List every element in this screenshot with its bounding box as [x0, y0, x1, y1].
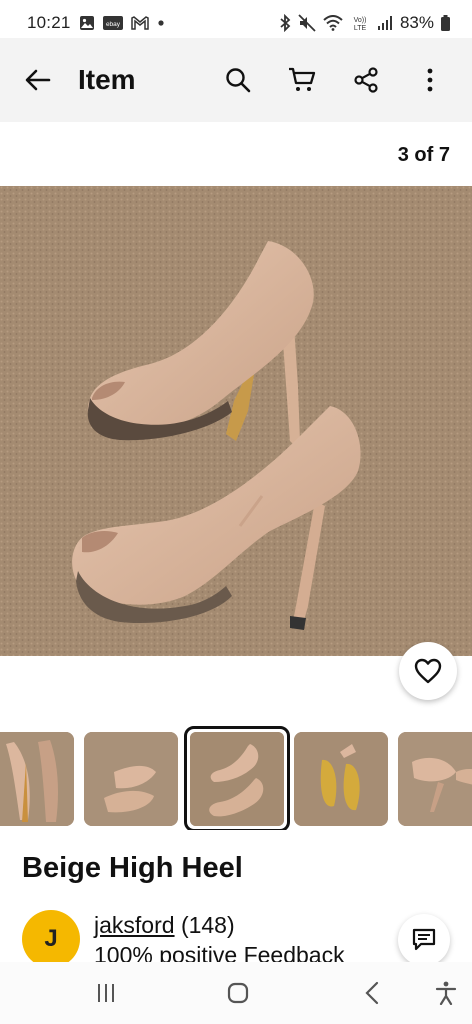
recents-icon: [98, 984, 114, 1002]
status-left: 10:21 ebay: [27, 13, 165, 33]
dot-icon: [157, 19, 165, 27]
home-icon: [227, 982, 249, 1004]
back-icon: [365, 981, 379, 1005]
app-actions: [216, 58, 452, 102]
seller-feedback-text: 100% positive Feedback: [94, 942, 345, 964]
system-nav-bar: [0, 962, 472, 1024]
thumbnail-strip: [0, 726, 472, 830]
thumbnail-1[interactable]: [0, 732, 74, 826]
share-icon: [354, 67, 378, 93]
system-back-button[interactable]: [352, 978, 392, 1008]
share-button[interactable]: [344, 58, 388, 102]
status-time: 10:21: [27, 13, 71, 32]
message-icon: [412, 928, 436, 951]
ebay-icon: ebay: [102, 15, 123, 31]
more-vert-icon: [427, 68, 433, 92]
seller-feedback-count: (148): [180, 912, 235, 938]
thumbnail-2[interactable]: [84, 732, 178, 826]
signal-icon: [377, 15, 393, 31]
heart-icon: [414, 658, 442, 684]
listing-title: Beige High Heel: [22, 852, 243, 884]
contact-seller-button[interactable]: [398, 914, 450, 966]
cart-icon: [289, 67, 316, 91]
recents-button[interactable]: [86, 978, 126, 1008]
cart-button[interactable]: [280, 58, 324, 102]
page-title: Item: [78, 64, 136, 95]
thumbnail-5[interactable]: [398, 732, 472, 826]
search-icon: [226, 68, 251, 93]
accessibility-button[interactable]: [426, 978, 466, 1008]
accessibility-icon: [435, 981, 457, 1005]
thumbnail-4[interactable]: [294, 732, 388, 826]
more-options-button[interactable]: [408, 58, 452, 102]
wifi-icon: [323, 15, 343, 31]
seller-info: J jaksford (148) 100% positive Feedback: [22, 906, 452, 964]
mute-icon: [298, 14, 316, 32]
svg-text:LTE: LTE: [354, 25, 367, 32]
svg-text:Vo)): Vo)): [354, 17, 367, 24]
gmail-icon: [130, 16, 149, 30]
battery-percent: 83%: [399, 13, 434, 32]
battery-icon: [441, 15, 450, 31]
seller-line: jaksford (148): [94, 912, 235, 939]
bluetooth-icon: [279, 14, 291, 32]
gallery-icon: [79, 15, 95, 31]
avatar[interactable]: J: [22, 910, 80, 964]
thumbnail-3[interactable]: [184, 726, 290, 830]
seller-name-link[interactable]: jaksford: [94, 912, 175, 938]
status-right: Vo)) LTE 83%: [279, 13, 450, 33]
search-button[interactable]: [216, 58, 260, 102]
image-counter: 3 of 7: [397, 144, 450, 166]
back-button[interactable]: [18, 60, 58, 100]
watch-button[interactable]: [399, 642, 457, 700]
app-bar: Item: [0, 38, 472, 122]
svg-text:ebay: ebay: [105, 21, 120, 28]
volte-icon: Vo)) LTE: [350, 14, 370, 32]
main-photo[interactable]: [0, 186, 472, 656]
arrow-left-icon: [25, 69, 51, 91]
home-button[interactable]: [218, 978, 258, 1008]
